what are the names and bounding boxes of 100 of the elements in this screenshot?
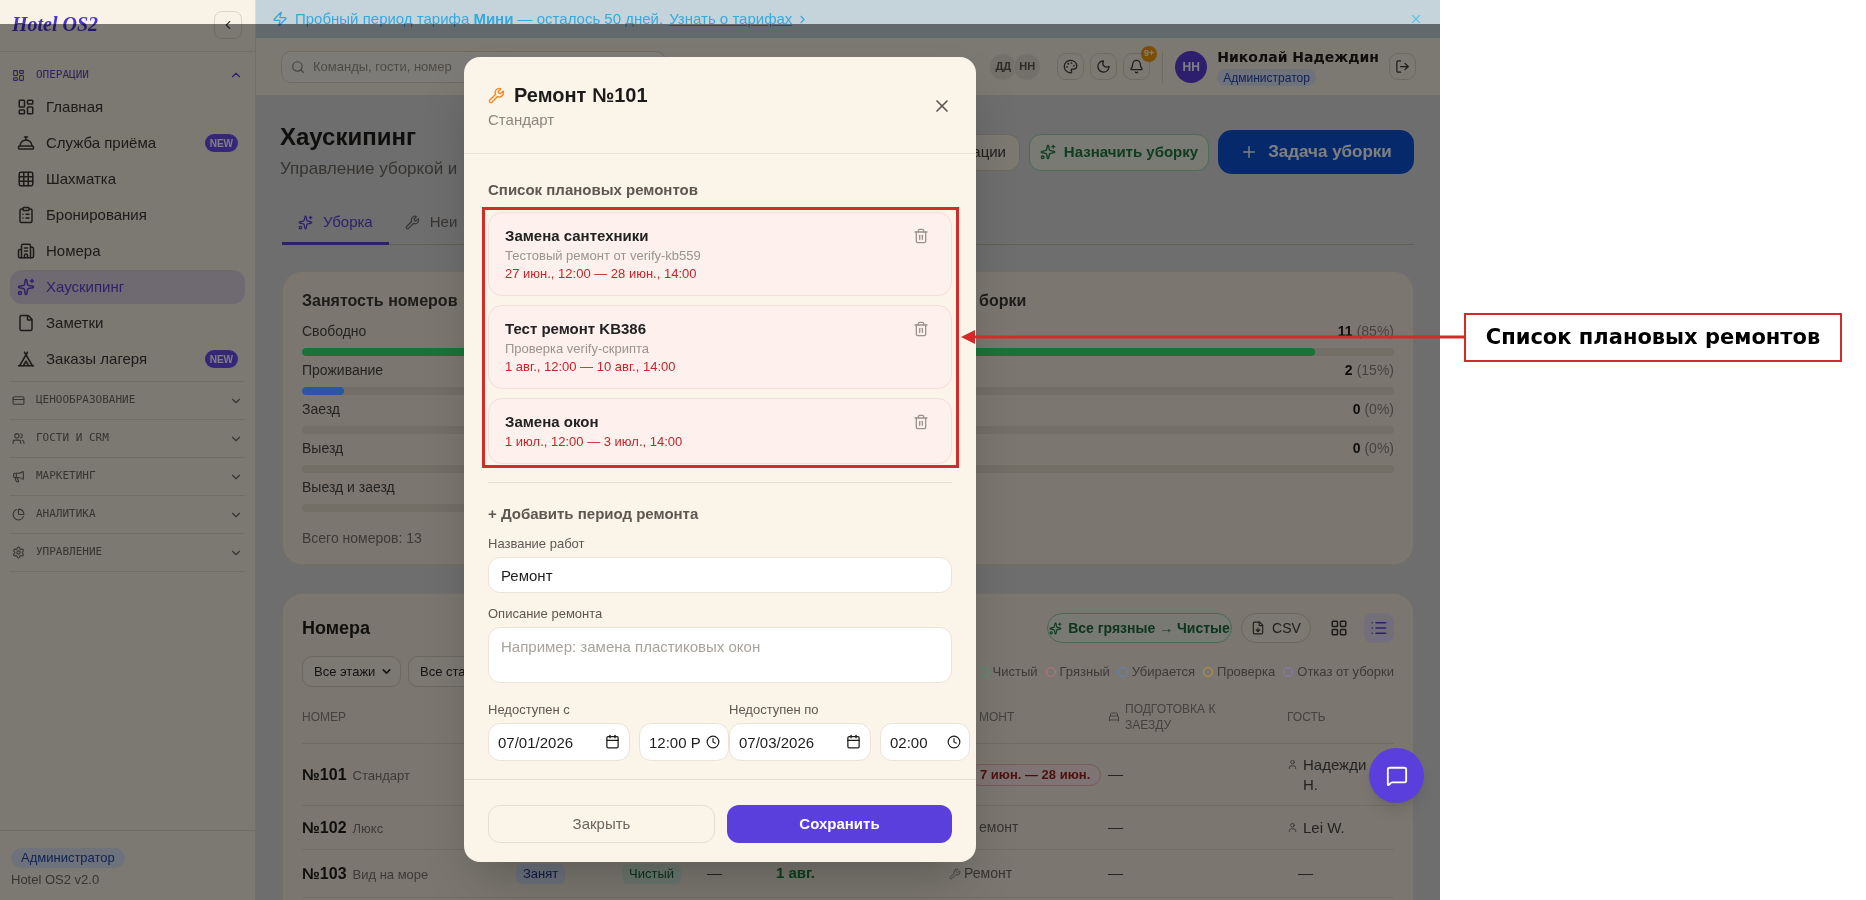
new-badge: NEW xyxy=(204,350,238,368)
color-theme-button[interactable] xyxy=(1057,53,1085,80)
room-type: Люкс xyxy=(352,819,384,838)
repair-period: 1 авг., 12:00 — 10 авг., 14:00 xyxy=(505,358,676,376)
settings-icon xyxy=(12,546,25,559)
guest-name: Lei W. xyxy=(1303,817,1345,838)
repair-description: Тестовый ремонт от verify-kb559 xyxy=(505,247,701,265)
time-field[interactable]: 02:00 xyxy=(880,723,970,761)
delete-button[interactable] xyxy=(913,414,929,430)
repair-period: 27 июн., 12:00 — 28 июн., 14:00 xyxy=(505,265,697,283)
sidebar-section-header[interactable]: АНАЛИТИКА xyxy=(10,496,245,533)
user-name: Николай Надеждин xyxy=(1217,48,1379,67)
add-period-button[interactable]: + Добавить период ремонта xyxy=(488,503,699,525)
repair-description: Проверка verify-скрипта xyxy=(505,340,649,358)
mark-all-clean-button[interactable]: Все грязные → Чистые xyxy=(1047,613,1232,643)
tab[interactable]: Неи xyxy=(388,203,474,245)
collapse-sidebar-button[interactable] xyxy=(214,10,242,39)
role-badge: Администратор xyxy=(11,848,125,868)
bell-icon xyxy=(1129,59,1145,74)
dark-mode-button[interactable] xyxy=(1090,53,1118,80)
dashboard-icon xyxy=(17,98,35,116)
person-icon xyxy=(1287,758,1298,770)
dashboard-icon xyxy=(12,68,25,82)
notification-count: 9+ xyxy=(1141,46,1158,62)
time-field[interactable]: 12:00 P xyxy=(639,723,729,761)
wrench-icon xyxy=(488,86,505,104)
room-number: №103 xyxy=(302,863,347,884)
sidebar-section-header[interactable]: УПРАВЛЕНИЕ xyxy=(10,534,245,571)
csv-export-button[interactable]: CSV xyxy=(1241,613,1311,643)
legend-label: Грязный xyxy=(1059,662,1110,681)
clock-icon xyxy=(947,735,961,749)
sidebar-item[interactable]: Хаускипинг xyxy=(10,270,245,304)
sidebar-item[interactable]: Служба приёма NEW xyxy=(10,126,245,160)
sidebar-item[interactable]: Заметки xyxy=(10,306,245,340)
total-rooms: Всего номеров: 13 xyxy=(302,529,422,548)
logout-button[interactable] xyxy=(1389,53,1416,80)
sidebar-item[interactable]: Шахматка xyxy=(10,162,245,196)
filter-select[interactable]: Все этажи xyxy=(302,656,401,687)
tab[interactable]: Уборка xyxy=(282,203,389,245)
card-title: Занятость номеров xyxy=(302,291,458,311)
calendar-icon xyxy=(605,734,620,749)
building-icon xyxy=(17,242,35,260)
trash-icon xyxy=(913,228,929,244)
moon-icon xyxy=(1096,59,1112,74)
new-badge: NEW xyxy=(204,134,238,152)
palette-icon xyxy=(1063,59,1079,74)
repair-title: Замена сантехники xyxy=(505,226,649,246)
sidebar-item[interactable]: Бронирования xyxy=(10,198,245,232)
sidebar-item[interactable]: Номера xyxy=(10,234,245,268)
room-number: №102 xyxy=(302,817,347,838)
page-subtitle: Управление уборкой и xyxy=(280,158,458,180)
delete-button[interactable] xyxy=(913,228,929,244)
date-field[interactable]: 07/01/2026 xyxy=(488,723,630,761)
callout-label: Список плановых ремонтов xyxy=(1464,313,1842,362)
sidebar-item[interactable]: Заказы лагеря NEW xyxy=(10,342,245,376)
save-button[interactable]: Сохранить xyxy=(727,805,952,843)
grid-icon xyxy=(17,170,35,188)
service-bell-icon xyxy=(17,134,35,152)
sidebar-section-header[interactable]: ЦЕНООБРАЗОВАНИЕ xyxy=(10,382,245,419)
repair-period: 1 июл., 12:00 — 3 июл., 14:00 xyxy=(505,433,683,451)
user-role-badge: Администратор xyxy=(1217,69,1316,86)
sidebar-section-header[interactable]: МАРКЕТИНГ xyxy=(10,458,245,495)
legend-label: Убирается xyxy=(1131,662,1196,681)
sparkle-icon xyxy=(1049,621,1063,635)
repair-title: Замена окон xyxy=(505,412,599,432)
close-dialog-button[interactable]: Закрыть xyxy=(488,805,715,843)
assign-cleaning-button[interactable]: Назначить уборку xyxy=(1029,133,1209,171)
room-number: №101 xyxy=(302,764,347,785)
file-icon xyxy=(17,314,35,332)
file-download-icon xyxy=(1251,621,1266,635)
table-cell-text: — xyxy=(1108,863,1123,884)
sidebar-section-header[interactable]: ГОСТИ И CRM xyxy=(10,420,245,457)
text-input[interactable]: Ремонт xyxy=(488,557,952,593)
tent-icon xyxy=(17,350,35,368)
sidebar-section-header[interactable]: ОПЕРАЦИИ xyxy=(10,62,245,88)
date-field[interactable]: 07/03/2026 xyxy=(729,723,871,761)
new-task-button[interactable]: Задача уборки xyxy=(1218,130,1414,174)
stat-label: Выезд xyxy=(302,439,344,458)
sparkle-icon xyxy=(1039,144,1056,160)
card-title: борки xyxy=(979,291,1027,311)
table-cell-text: 1 авг. xyxy=(776,863,815,884)
trash-icon xyxy=(913,414,929,430)
description-field[interactable]: Например: замена пластиковых окон xyxy=(488,627,952,683)
user-avatar[interactable]: НН xyxy=(1175,50,1208,83)
stat-value: 0 xyxy=(1352,439,1361,458)
legend-label: Чистый xyxy=(992,662,1038,681)
stat-label: Проживание xyxy=(302,361,384,380)
field-label: Описание ремонта xyxy=(488,605,603,623)
wrench-icon xyxy=(949,867,961,880)
dialog-subtitle: Стандарт xyxy=(488,110,555,130)
page-title: Хаускипинг xyxy=(280,122,416,152)
sidebar-item[interactable]: Главная xyxy=(10,90,245,124)
delete-button[interactable] xyxy=(913,321,929,337)
table-cell-text: — xyxy=(707,863,722,884)
status-badge: Занят xyxy=(516,863,566,884)
dialog-title: Ремонт №101 xyxy=(514,83,648,108)
list-view-button[interactable] xyxy=(1364,613,1394,643)
card-icon xyxy=(12,394,25,407)
stat-value: 2 xyxy=(1344,361,1353,380)
legend-label: Проверка xyxy=(1217,662,1276,681)
